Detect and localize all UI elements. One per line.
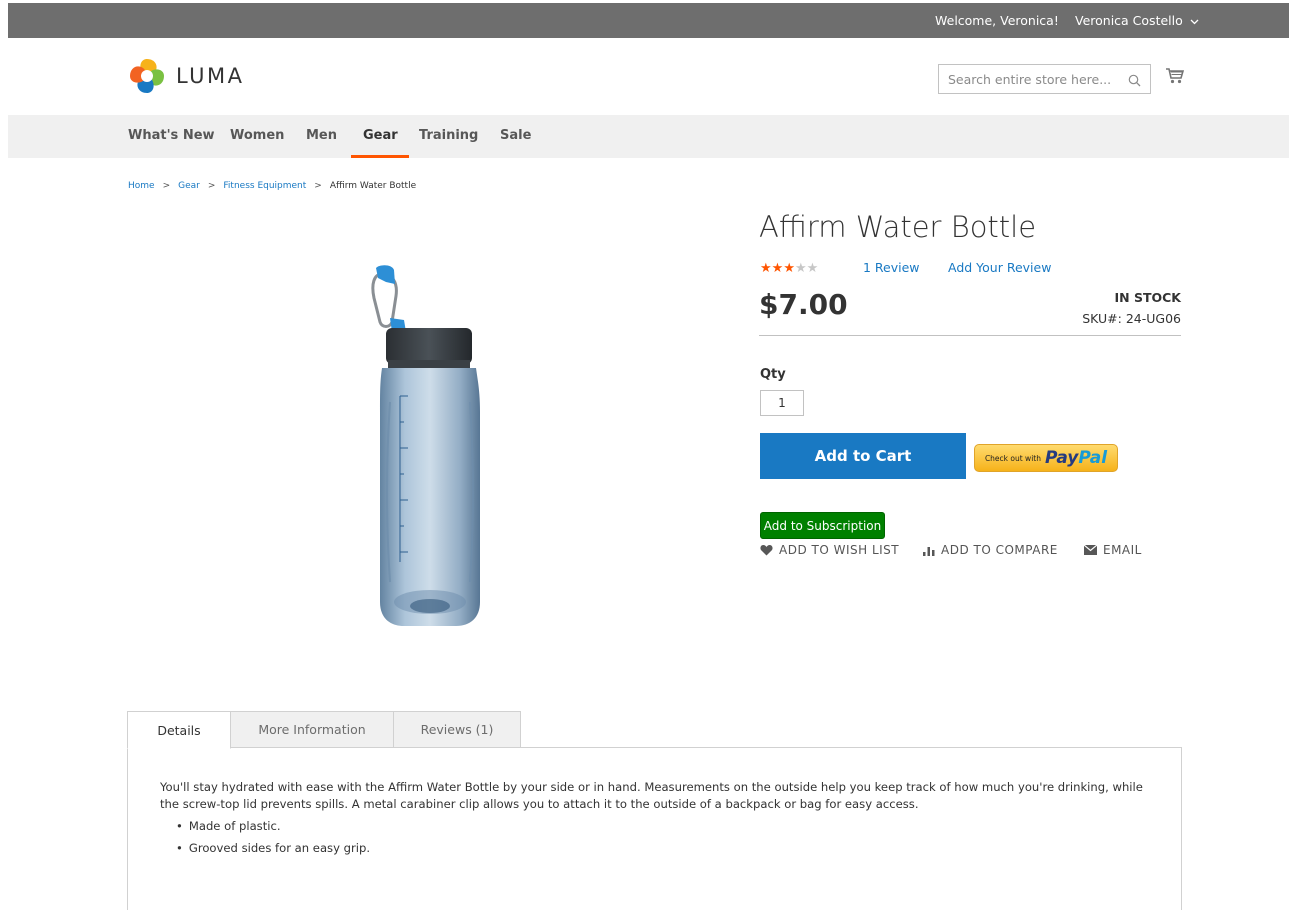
logo-text: LUMA — [176, 64, 245, 88]
search-input[interactable] — [939, 65, 1119, 93]
product-image[interactable] — [360, 262, 490, 632]
product-title: Affirm Water Bottle — [759, 210, 1037, 244]
breadcrumb-gear[interactable]: Gear — [178, 181, 200, 191]
details-tab-panel: You'll stay hydrated with ease with the … — [127, 747, 1182, 910]
luma-logo-icon[interactable] — [128, 57, 166, 95]
stock-status: IN STOCK — [1114, 290, 1181, 305]
qty-input[interactable] — [760, 390, 804, 416]
product-sku: SKU#: 24-UG06 — [1082, 311, 1181, 326]
search-box — [938, 64, 1151, 94]
nav-item-sale[interactable]: Sale — [500, 128, 531, 143]
feature-list: Made of plastic. Grooved sides for an ea… — [176, 819, 370, 863]
chevron-right-icon: > — [162, 181, 171, 191]
breadcrumb-fitness-equipment[interactable]: Fitness Equipment — [223, 181, 306, 191]
add-to-cart-button[interactable]: Add to Cart — [760, 433, 966, 479]
product-description: You'll stay hydrated with ease with the … — [160, 780, 1143, 811]
reviews-link[interactable]: 1 Review — [863, 260, 920, 275]
nav-item-gear[interactable]: Gear — [363, 128, 398, 143]
star-filled-icon: ★ — [760, 261, 772, 276]
star-filled-icon: ★ — [771, 261, 784, 276]
wishlist-label: ADD TO WISH LIST — [779, 543, 900, 557]
email-label: EMAIL — [1103, 543, 1142, 557]
rating-stars: ★★★★★ — [760, 261, 818, 276]
heart-icon — [760, 545, 773, 556]
email-link[interactable]: EMAIL — [1084, 543, 1142, 557]
paypal-checkout-button[interactable]: Check out with Pay Pal — [974, 444, 1118, 472]
breadcrumb: Home > Gear > Fitness Equipment > Affirm Water… — [128, 181, 416, 191]
tab-details[interactable]: Details — [127, 711, 231, 749]
star-empty-icon: ★ — [794, 261, 807, 276]
tab-reviews[interactable]: Reviews (1) — [393, 711, 521, 748]
nav-item-women[interactable]: Women — [230, 128, 284, 143]
nav-active-indicator — [351, 155, 409, 158]
paypal-logo-pay: Pay — [1044, 448, 1079, 468]
product-price: $7.00 — [759, 288, 848, 321]
account-menu[interactable]: Veronica Costello — [1075, 13, 1199, 28]
compare-label: ADD TO COMPARE — [941, 543, 1058, 557]
chevron-right-icon: > — [314, 181, 322, 191]
breadcrumb-home[interactable]: Home — [128, 181, 155, 191]
add-review-link[interactable]: Add Your Review — [948, 260, 1051, 275]
tab-more-information[interactable]: More Information — [230, 711, 394, 748]
nav-item-whats-new[interactable]: What's New — [128, 128, 215, 143]
welcome-message: Welcome, Veronica! — [935, 13, 1059, 28]
breadcrumb-current: Affirm Water Bottle — [329, 181, 417, 191]
nav-item-men[interactable]: Men — [306, 128, 337, 143]
add-to-subscription-button[interactable]: Add to Subscription — [760, 512, 885, 539]
list-item: Made of plastic. — [176, 819, 370, 833]
star-filled-icon: ★ — [783, 261, 795, 276]
add-to-wishlist-link[interactable]: ADD TO WISH LIST — [760, 543, 899, 557]
chevron-down-icon — [1190, 17, 1199, 28]
account-name: Veronica Costello — [1075, 13, 1183, 28]
add-to-compare-link[interactable]: ADD TO COMPARE — [923, 543, 1058, 557]
list-item: Grooved sides for an easy grip. — [176, 841, 370, 855]
compare-chart-icon — [923, 546, 935, 556]
envelope-icon — [1084, 545, 1097, 555]
nav-item-training[interactable]: Training — [419, 128, 478, 143]
top-bar: Welcome, Veronica! Veronica Costello — [8, 3, 1289, 38]
main-navigation: What's New Women Men Gear Training Sale — [8, 115, 1289, 158]
star-empty-icon: ★ — [806, 261, 819, 276]
divider — [759, 335, 1181, 336]
paypal-logo-pal: Pal — [1078, 448, 1108, 468]
paypal-caption: Check out with — [984, 453, 1041, 463]
search-icon[interactable] — [1128, 72, 1141, 87]
cart-icon[interactable] — [1165, 67, 1185, 85]
qty-label: Qty — [760, 367, 786, 382]
chevron-right-icon: > — [207, 181, 216, 191]
